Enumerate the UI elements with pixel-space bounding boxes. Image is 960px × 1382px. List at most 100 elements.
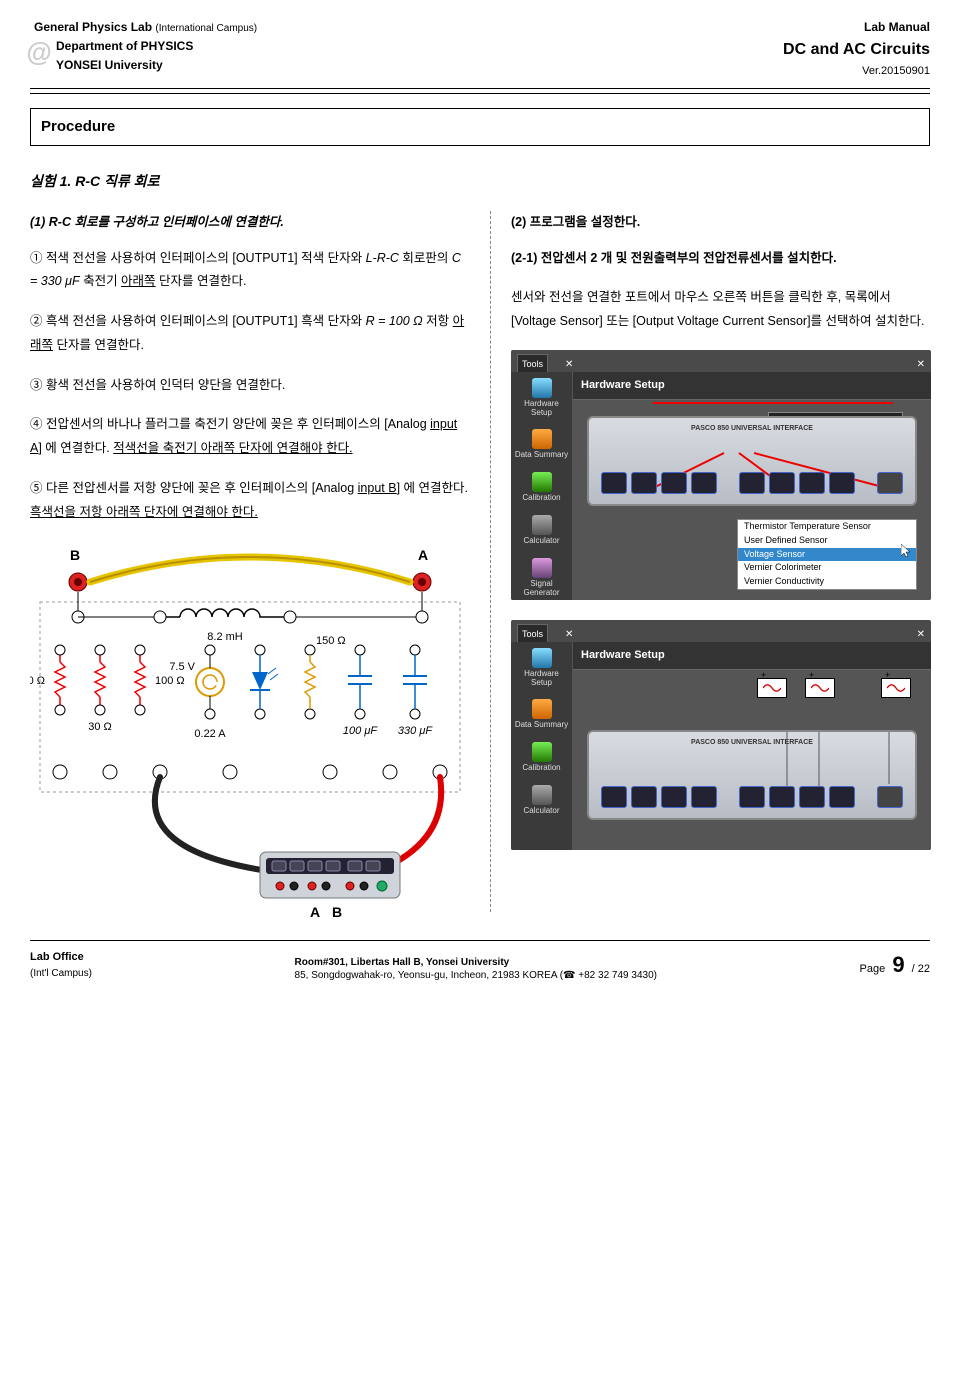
- p5u2: 흑색선을 저항 아래쪽 단자에 연결해야 한다.: [30, 505, 258, 519]
- footer-center: Room#301, Libertas Hall B, Yonsei Univer…: [295, 956, 657, 982]
- digital-port[interactable]: [601, 786, 627, 808]
- header-lab-sub: (International Campus): [155, 23, 257, 34]
- p1d: 축전기: [80, 274, 121, 288]
- digital-port[interactable]: [631, 472, 657, 494]
- sidebar-hardware-setup-2[interactable]: Hardware Setup: [511, 642, 572, 694]
- side-hw-label-2: Hardware Setup: [524, 669, 559, 687]
- screenshot-sensors-installed: Tools ✕ ✕ Hardware Setup Data Summary Ca…: [511, 620, 931, 850]
- p2b: 저항: [423, 314, 453, 328]
- interface-panel[interactable]: PASCO 850 UNIVERSAL INTERFACE: [587, 416, 917, 506]
- procedure-box: Procedure: [30, 108, 930, 146]
- banana-post-right: [413, 573, 431, 591]
- p5u: input B: [358, 481, 397, 495]
- output-sensor-icon[interactable]: [881, 678, 911, 698]
- two-column-layout: (1) R-C 회로를 구성하고 인터페이스에 연결한다. ① 적색 전선을 사…: [30, 211, 930, 913]
- footer-addr1: Room#301, Libertas Hall B, Yonsei Univer…: [295, 956, 657, 969]
- hardware-setup-icon: [532, 648, 552, 668]
- dd-user-defined[interactable]: User Defined Sensor: [738, 534, 916, 548]
- output-port[interactable]: [877, 472, 903, 494]
- dd-vernier-color[interactable]: Vernier Colorimeter: [738, 561, 916, 575]
- header-univ: YONSEI University: [34, 56, 257, 75]
- analog-port-b[interactable]: [769, 786, 795, 808]
- header-left: @ General Physics Lab (International Cam…: [30, 18, 257, 76]
- analog-port-a[interactable]: [739, 472, 765, 494]
- sidebar-calculator[interactable]: Calculator: [511, 509, 572, 552]
- footer-lab-office: Lab Office: [30, 949, 92, 967]
- board-outline: [40, 602, 460, 792]
- digital-port[interactable]: [691, 472, 717, 494]
- analog-port-c[interactable]: [799, 786, 825, 808]
- voltage-sensor-icon-b[interactable]: [805, 678, 835, 698]
- sidebar-hardware-setup[interactable]: Hardware Setup: [511, 372, 572, 424]
- side-ds-label-2: Data Summary: [515, 720, 568, 729]
- header-dept: Department of PHYSICS: [34, 37, 257, 56]
- analog-port-a[interactable]: [739, 786, 765, 808]
- footer-campus: (Int'l Campus): [30, 966, 92, 982]
- voltage-sensor-icon-a[interactable]: [757, 678, 787, 698]
- yellow-wire-edge: [90, 557, 410, 582]
- analog-port-d[interactable]: [829, 472, 855, 494]
- step2-head: (2) 프로그램을 설정한다.: [511, 211, 931, 235]
- output-port[interactable]: [877, 786, 903, 808]
- interface-panel-2[interactable]: PASCO 850 UNIVERSAL INTERFACE: [587, 730, 917, 820]
- digital-port[interactable]: [661, 786, 687, 808]
- step1-4: ④ 전압센서의 바나나 플러그를 축전기 양단에 꽂은 후 인터페이스의 [An…: [30, 413, 470, 461]
- data-summary-icon: [532, 429, 552, 449]
- header-divider: [30, 88, 930, 94]
- sidebar-calibration-2[interactable]: Calibration: [511, 736, 572, 779]
- side-cal-label: Calibration: [522, 493, 560, 502]
- step2-1-body: 센서와 전선을 연결한 포트에서 마우스 오른쪽 버튼을 클릭한 후, 목록에서…: [511, 286, 931, 334]
- at-icon: @: [26, 32, 51, 74]
- dd-vernier-cond[interactable]: Vernier Conductivity: [738, 575, 916, 589]
- sidebar-calculator-2[interactable]: Calculator: [511, 779, 572, 822]
- digital-port[interactable]: [601, 472, 627, 494]
- footer-page-pre: Page: [860, 963, 886, 975]
- label-B-bot: B: [332, 904, 342, 920]
- digital-port[interactable]: [661, 472, 687, 494]
- sidebar-signal-generator[interactable]: Signal Generator: [511, 552, 572, 600]
- header-manual: Lab Manual: [783, 18, 930, 37]
- header-version: Ver.20150901: [783, 63, 930, 81]
- sidebar-data-summary-2[interactable]: Data Summary: [511, 693, 572, 736]
- page-header: @ General Physics Lab (International Cam…: [30, 18, 930, 80]
- ind-label: 8.2 mH: [207, 631, 243, 643]
- footer-left: Lab Office (Int'l Campus): [30, 949, 92, 983]
- svg-text:0.22 A: 0.22 A: [194, 728, 226, 740]
- tools-sidebar: Hardware Setup Data Summary Calibration …: [511, 372, 573, 600]
- calculator-icon: [532, 515, 552, 535]
- left-column: (1) R-C 회로를 구성하고 인터페이스에 연결한다. ① 적색 전선을 사…: [30, 211, 491, 913]
- digital-port[interactable]: [631, 786, 657, 808]
- p4u2: 적색선을 축전기 아래쪽 단자에 연결해야 한다.: [113, 441, 352, 455]
- sensor-dropdown[interactable]: Thermistor Temperature Sensor User Defin…: [737, 519, 917, 589]
- footer-addr2: 85, Songdogwahak-ro, Yeonsu-gu, Incheon,…: [295, 969, 657, 982]
- analog-port-d[interactable]: [829, 786, 855, 808]
- dd-thermistor[interactable]: Thermistor Temperature Sensor: [738, 520, 916, 534]
- side-calc-label-2: Calculator: [523, 806, 559, 815]
- right-column: (2) 프로그램을 설정한다. (2-1) 전압센서 2 개 및 전원출력부의 …: [491, 211, 931, 913]
- digital-port[interactable]: [691, 786, 717, 808]
- side-cal-label-2: Calibration: [522, 763, 560, 772]
- step1-head: (1) R-C 회로를 구성하고 인터페이스에 연결한다.: [30, 215, 284, 229]
- p2c: 단자를 연결한다.: [53, 338, 144, 352]
- data-summary-icon: [532, 699, 552, 719]
- cursor-icon-2: [901, 544, 913, 558]
- p1u: 아래쪽: [121, 274, 156, 288]
- step1-3: ③ 황색 전선을 사용하여 인덕터 양단을 연결한다.: [30, 374, 470, 398]
- dd-voltage-sensor[interactable]: Voltage Sensor: [738, 548, 916, 562]
- sidebar-data-summary[interactable]: Data Summary: [511, 423, 572, 466]
- footer-page-total: / 22: [912, 963, 930, 975]
- p1a: ① 적색 전선을 사용하여 인터페이스의 [OUTPUT1] 적색 단자와: [30, 251, 366, 265]
- svg-text:7.5 V: 7.5 V: [169, 661, 195, 673]
- p1i: L-R-C: [366, 251, 399, 265]
- hwsetup-title: Hardware Setup: [573, 372, 931, 400]
- sidebar-calibration[interactable]: Calibration: [511, 466, 572, 509]
- label-B-top: B: [70, 547, 80, 563]
- analog-port-c[interactable]: [799, 472, 825, 494]
- analog-port-b[interactable]: [769, 472, 795, 494]
- svg-text:100 μF: 100 μF: [343, 725, 378, 737]
- calibration-icon: [532, 742, 552, 762]
- experiment-title: 실험 1. R-C 직류 회로: [30, 173, 159, 189]
- p5b: ] 에 연결한다.: [397, 481, 468, 495]
- red-arrow-line: [653, 402, 893, 404]
- p1e: 단자를 연결한다.: [156, 274, 247, 288]
